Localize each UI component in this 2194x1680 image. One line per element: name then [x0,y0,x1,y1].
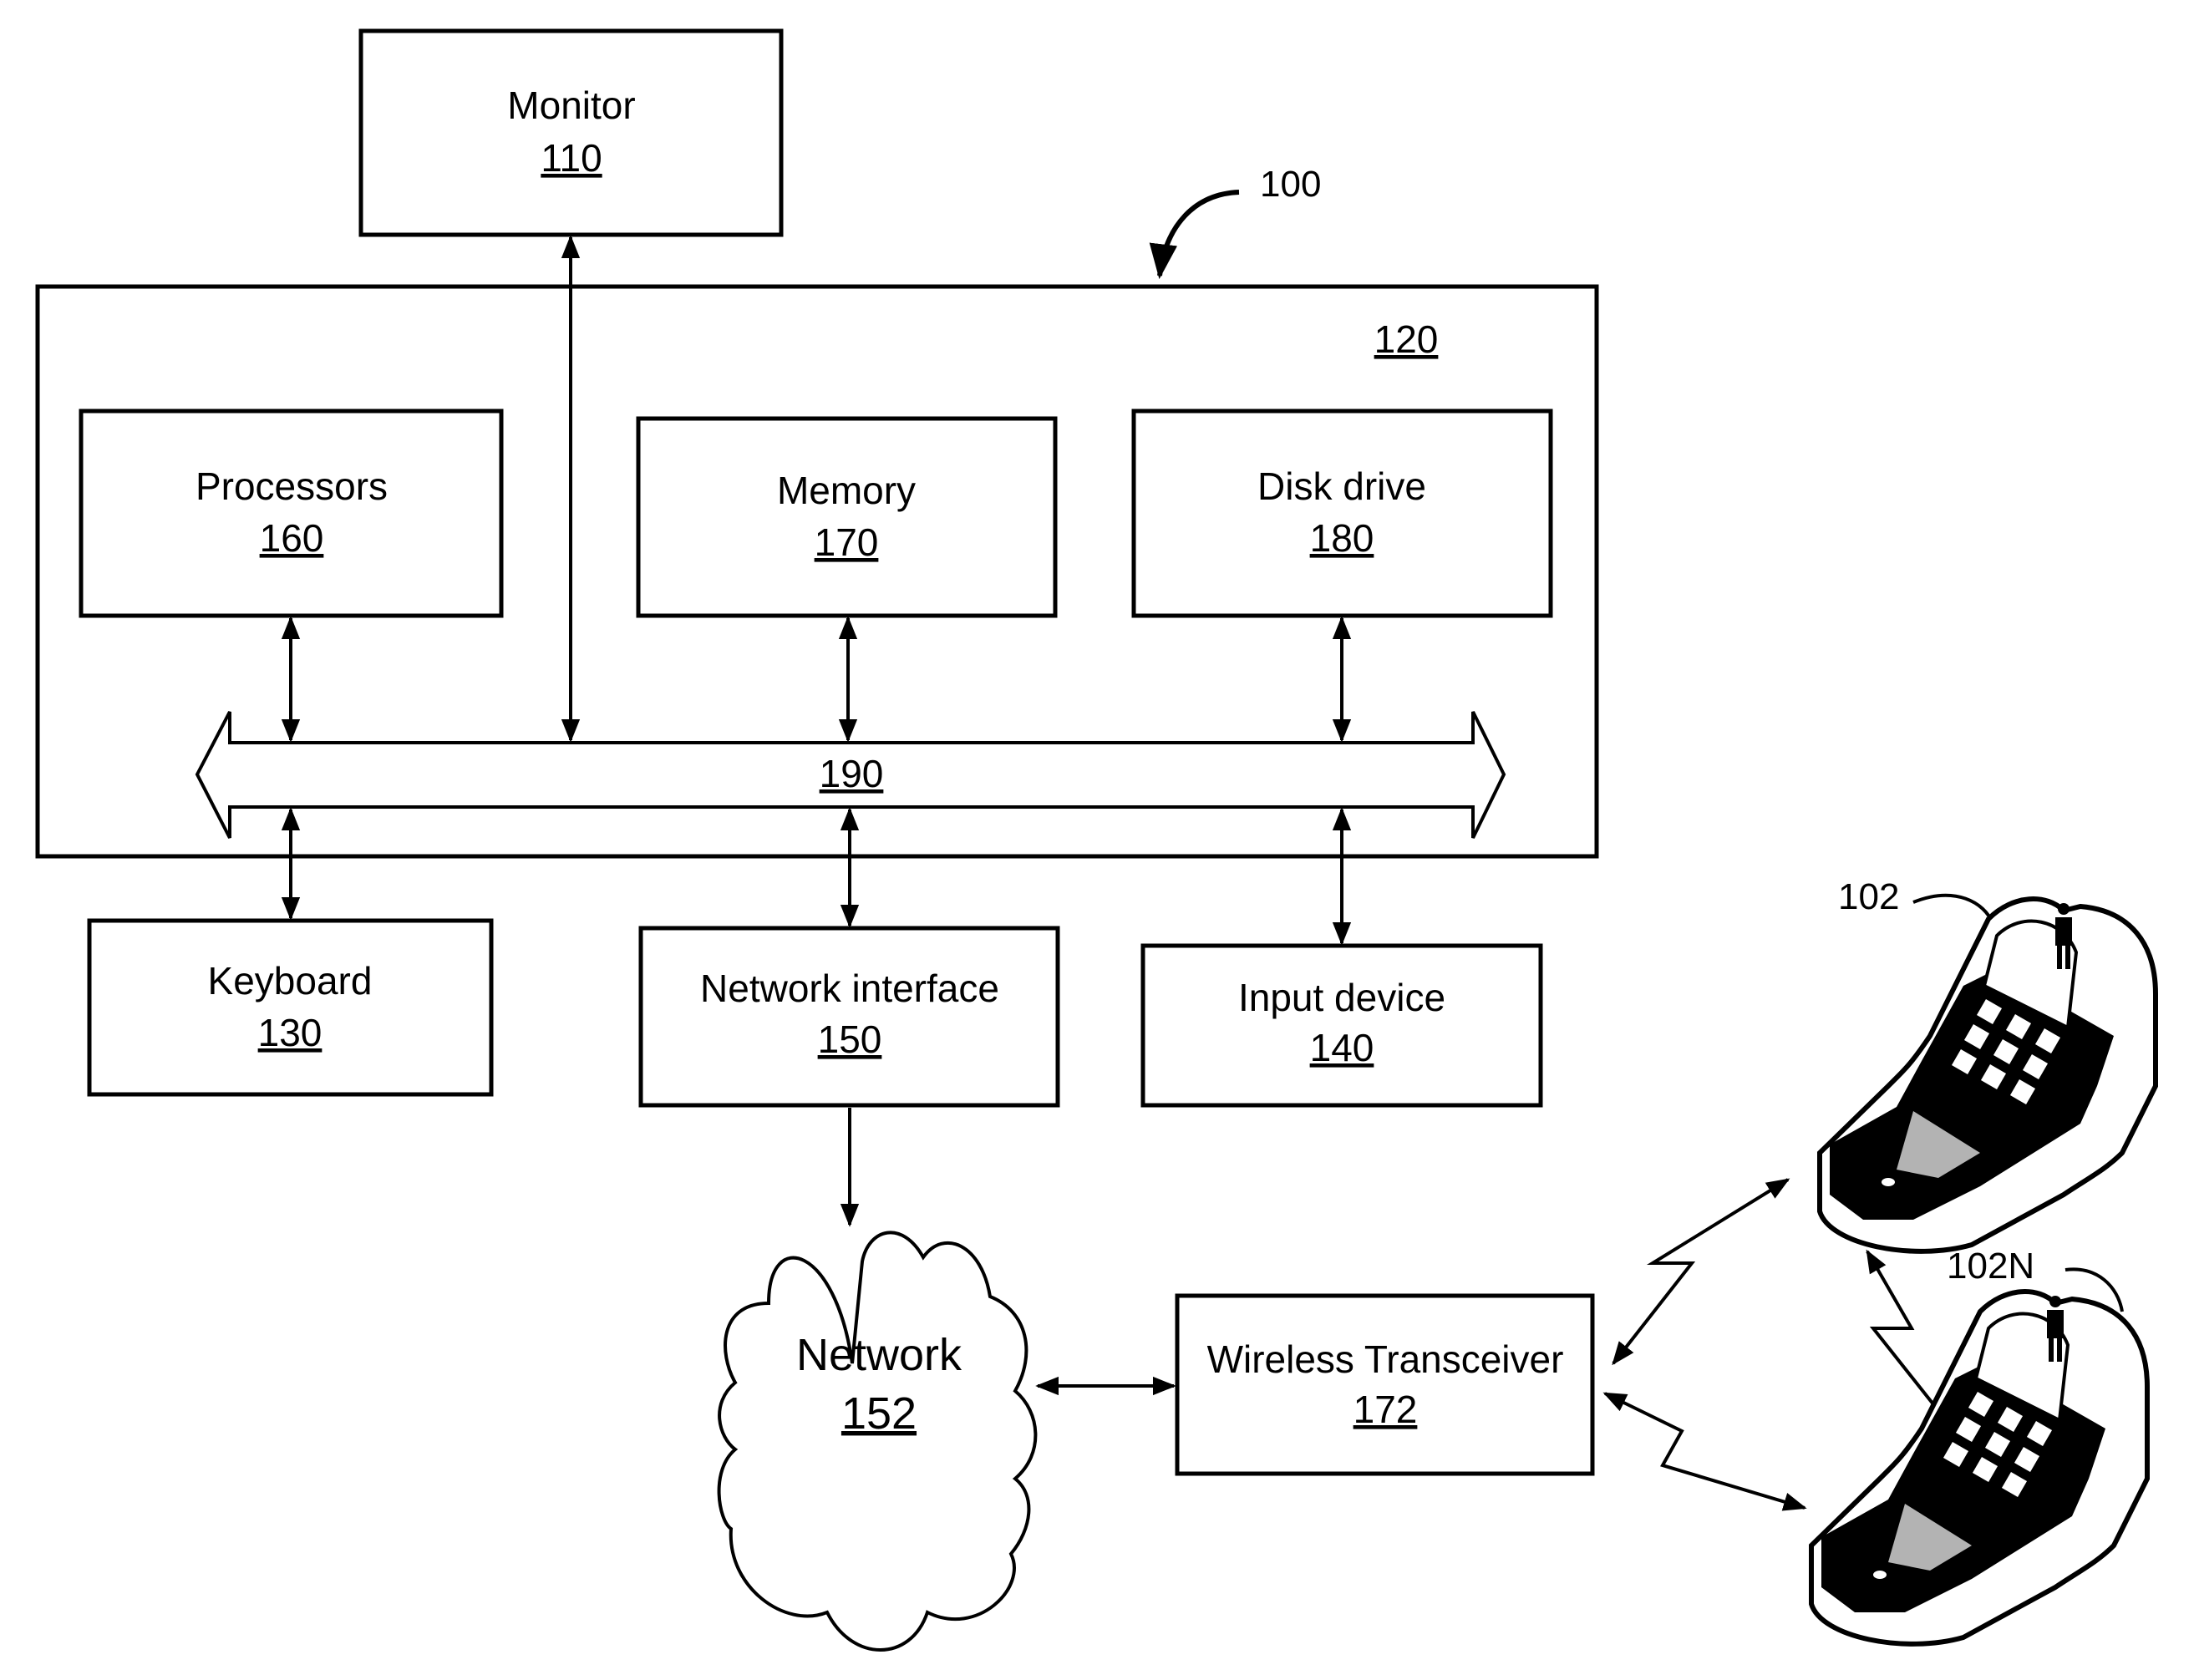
wireless-link-transceiver-102 [1612,1178,1790,1366]
mobile-phone-icon [1809,1289,2150,1647]
network-interface-number: 150 [818,1018,882,1061]
monitor-number: 110 [541,136,602,180]
device-102-label: 102 [1838,876,1899,917]
system-box-number: 120 [1374,317,1439,361]
disk-drive-number: 180 [1310,516,1374,560]
keyboard-box: Keyboard 130 [87,918,494,1097]
disk-drive-label: Disk drive [1257,464,1426,508]
processors-box: Processors 160 [79,409,504,618]
network-number: 152 [841,1388,917,1439]
mobile-device-102N: 102N [1809,1246,2150,1647]
network-interface-box: Network interface 150 [638,926,1060,1108]
bus-number: 190 [820,752,884,795]
keyboard-label: Keyboard [208,959,373,1002]
input-device-box: Input device 140 [1140,943,1543,1108]
monitor-box: Monitor 110 [358,28,784,237]
processors-label: Processors [196,464,388,508]
system-diagram: 100 Monitor 110 120 Processors 160 Memor… [35,28,2158,1652]
mobile-device-102: 102 [1817,876,2158,1254]
reference-100-label: 100 [1260,164,1321,205]
network-cloud: Network 152 [717,1231,1038,1652]
memory-number: 170 [815,520,879,564]
input-device-label: Input device [1238,976,1445,1019]
memory-label: Memory [777,469,916,512]
device-102-leader-line [1912,893,1994,924]
wireless-transceiver-number: 172 [1353,1388,1418,1431]
monitor-label: Monitor [507,84,635,127]
wireless-transceiver-label: Wireless Transceiver [1207,1337,1564,1381]
processors-number: 160 [260,516,324,560]
disk-drive-box: Disk drive 180 [1131,409,1553,618]
keyboard-number: 130 [258,1011,322,1054]
input-device-number: 140 [1310,1026,1374,1069]
mobile-phone-icon [1817,896,2158,1254]
network-label: Network [796,1330,962,1380]
memory-box: Memory 170 [636,416,1058,618]
network-interface-label: Network interface [700,967,999,1010]
wireless-transceiver-box: Wireless Transceiver 172 [1175,1293,1595,1476]
device-102N-label: 102N [1947,1246,2034,1287]
reference-100-callout: 100 [1149,164,1321,280]
wireless-link-transceiver-102N [1602,1392,1807,1511]
